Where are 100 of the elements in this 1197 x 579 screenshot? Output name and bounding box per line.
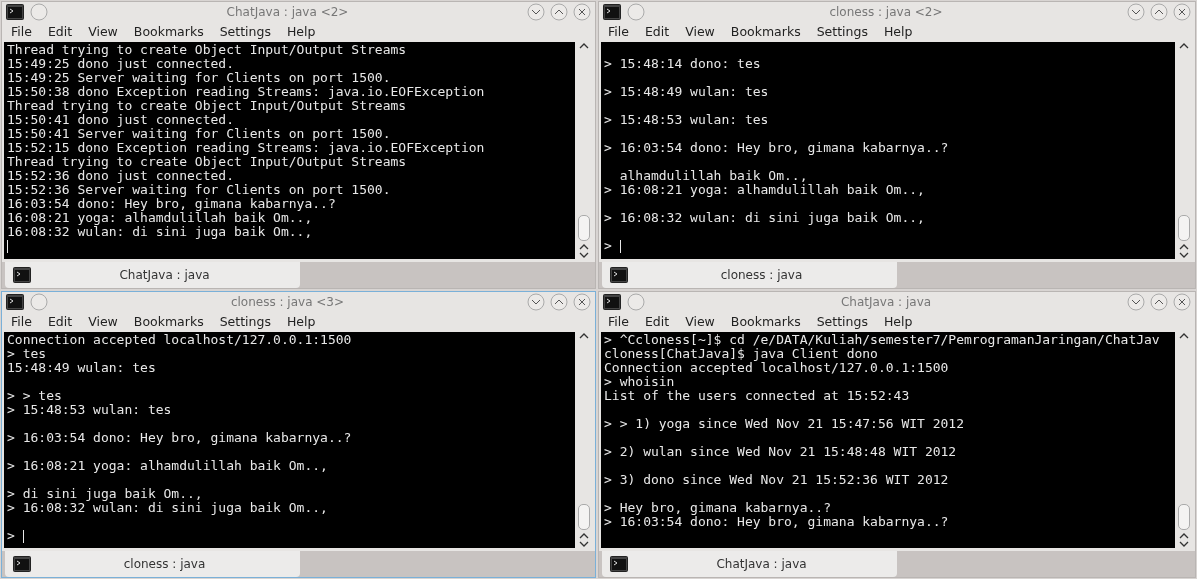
terminal-line: 15:48:49 wulan: tes: [7, 361, 157, 375]
text-cursor: [22, 529, 24, 543]
terminal-tab[interactable]: cloness : java: [602, 262, 897, 288]
menu-item[interactable]: Settings: [816, 314, 868, 329]
terminal-line: > 16:03:54 dono: Hey bro, gimana kabarnya..?: [604, 515, 950, 529]
menu-item[interactable]: Help: [883, 24, 913, 39]
terminal-line: > whoisin: [604, 375, 676, 389]
terminal-line: > 15:48:49 wulan: tes: [604, 85, 770, 99]
menu-item[interactable]: Help: [883, 314, 913, 329]
close-button[interactable]: [1173, 3, 1191, 21]
close-button[interactable]: [1173, 293, 1191, 311]
menu-item[interactable]: File: [608, 24, 629, 39]
terminal-line: cloness[ChatJava]$ java Client dono: [604, 347, 878, 361]
menu-item[interactable]: View: [88, 314, 118, 329]
scroll-up-icon[interactable]: [578, 532, 590, 540]
menu-item[interactable]: Edit: [644, 314, 670, 329]
menu-item[interactable]: View: [685, 24, 715, 39]
scroll-up-icon[interactable]: [578, 332, 590, 340]
terminal-line: > 16:08:32 wulan: di sini juga baik Om..,: [7, 501, 329, 515]
terminal-tab[interactable]: cloness : java: [5, 551, 300, 577]
menu-item[interactable]: Settings: [219, 314, 271, 329]
scroll-up-icon[interactable]: [578, 243, 590, 251]
menu-item[interactable]: Edit: [47, 24, 73, 39]
terminal-line: > 15:48:53 wulan: tes: [604, 113, 770, 127]
minimize-button[interactable]: [1127, 293, 1145, 311]
terminal-line: 15:52:15 dono Exception reading Streams: java.io.EOFException: [7, 141, 486, 155]
window-title: ChatJava : java: [839, 295, 933, 309]
scroll-down-icon[interactable]: [578, 540, 590, 548]
terminal-line: 16:08:32 wulan: di sini juga baik Om..,: [7, 225, 314, 239]
terminal-line: > 15:48:53 wulan: tes: [7, 403, 173, 417]
menu-item[interactable]: Settings: [816, 24, 868, 39]
maximize-button[interactable]: [550, 3, 568, 21]
scrollbar-thumb[interactable]: [1178, 504, 1190, 530]
terminal-line: 15:50:38 dono Exception reading Streams: java.io.EOFException: [7, 85, 486, 99]
terminal-line: 15:50:41 Server waiting for Clients on port 1500.: [7, 127, 392, 141]
terminal-line: > Hey bro, gimana kabarnya..?: [604, 501, 832, 515]
maximize-button[interactable]: [550, 293, 568, 311]
menu-item[interactable]: Help: [286, 24, 316, 39]
minimize-button[interactable]: [527, 293, 545, 311]
menu-item[interactable]: View: [685, 314, 715, 329]
scrollbar-thumb[interactable]: [578, 215, 590, 241]
terminal-line: 15:49:25 Server waiting for Clients on port 1500.: [7, 71, 392, 85]
terminal-icon: [610, 267, 628, 283]
terminal-line: 15:49:25 dono just connected.: [7, 57, 234, 71]
terminal-icon: [6, 4, 24, 20]
window-title: ChatJava : java <2>: [225, 5, 350, 19]
maximize-button[interactable]: [1150, 3, 1168, 21]
terminal-line: > > tes: [7, 389, 63, 403]
terminal-line: Connection accepted localhost/127.0.0.1:1500: [7, 333, 353, 347]
menu-item[interactable]: Edit: [47, 314, 73, 329]
terminal-line: > > 1) yoga since Wed Nov 21 15:47:56 WIT 2012: [604, 417, 966, 431]
scroll-down-icon[interactable]: [1178, 251, 1190, 259]
terminal-line: 15:50:41 dono just connected.: [7, 113, 234, 127]
scroll-up-icon[interactable]: [578, 42, 590, 50]
terminal-tab[interactable]: ChatJava : java: [5, 262, 300, 288]
terminal-icon: [603, 294, 621, 310]
terminal-line: Thread trying to create Object Input/Output Streams: [7, 43, 408, 57]
terminal-line: > di sini juga baik Om..,: [7, 487, 204, 501]
menu-item[interactable]: File: [608, 314, 629, 329]
menu-item[interactable]: File: [11, 314, 32, 329]
menu-item[interactable]: Bookmarks: [730, 24, 801, 39]
menu-item[interactable]: Bookmarks: [133, 314, 204, 329]
menu-item[interactable]: Help: [286, 314, 316, 329]
scroll-down-icon[interactable]: [1178, 540, 1190, 548]
scroll-up-icon[interactable]: [1178, 332, 1190, 340]
scroll-down-icon[interactable]: [578, 251, 590, 259]
menu-item[interactable]: File: [11, 24, 32, 39]
terminal-line: 15:52:36 dono just connected.: [7, 169, 234, 183]
terminal-line: Connection accepted localhost/127.0.0.1:1500: [604, 361, 950, 375]
menu-item[interactable]: Bookmarks: [133, 24, 204, 39]
menu-item[interactable]: View: [88, 24, 118, 39]
terminal-line: Thread trying to create Object Input/Output Streams: [7, 99, 407, 113]
menu-item[interactable]: Bookmarks: [730, 314, 801, 329]
terminal-line: Thread trying to create Object Input/Output Streams: [7, 155, 407, 169]
scroll-up-icon[interactable]: [1178, 243, 1190, 251]
minimize-button[interactable]: [1127, 3, 1145, 21]
minimize-button[interactable]: [527, 3, 545, 21]
terminal-line: > 3) dono since Wed Nov 21 15:52:36 WIT 2012: [604, 473, 950, 487]
text-cursor: [7, 239, 8, 253]
terminal-line: > ^Ccloness[~]$ cd /e/DATA/Kuliah/semester7/PemrogramanJaringan/ChatJav: [604, 333, 1161, 347]
terminal-tab[interactable]: ChatJava : java: [602, 551, 897, 577]
scrollbar-thumb[interactable]: [1178, 215, 1190, 241]
prompt: >: [604, 239, 612, 253]
scroll-up-icon[interactable]: [1178, 532, 1190, 540]
terminal-icon: [13, 267, 31, 283]
terminal-line: > 16:08:21 yoga: alhamdulillah baik Om..,: [604, 183, 926, 197]
scrollbar-thumb[interactable]: [578, 504, 590, 530]
terminal-line: > 16:03:54 dono: Hey bro, gimana kabarnya..?: [604, 141, 950, 155]
terminal-icon: [603, 4, 621, 20]
scroll-up-icon[interactable]: [1178, 42, 1190, 50]
prompt: >: [7, 529, 15, 543]
close-button[interactable]: [573, 3, 591, 21]
menu-item[interactable]: Settings: [219, 24, 271, 39]
terminal-line: 16:03:54 dono: Hey bro, gimana kabarnya..?: [7, 197, 336, 211]
close-button[interactable]: [573, 293, 591, 311]
menu-item[interactable]: Edit: [644, 24, 670, 39]
maximize-button[interactable]: [1150, 293, 1168, 311]
terminal-line: alhamdulillah baik Om..,: [618, 169, 809, 183]
text-cursor: [619, 239, 621, 253]
terminal-icon: [13, 556, 31, 572]
